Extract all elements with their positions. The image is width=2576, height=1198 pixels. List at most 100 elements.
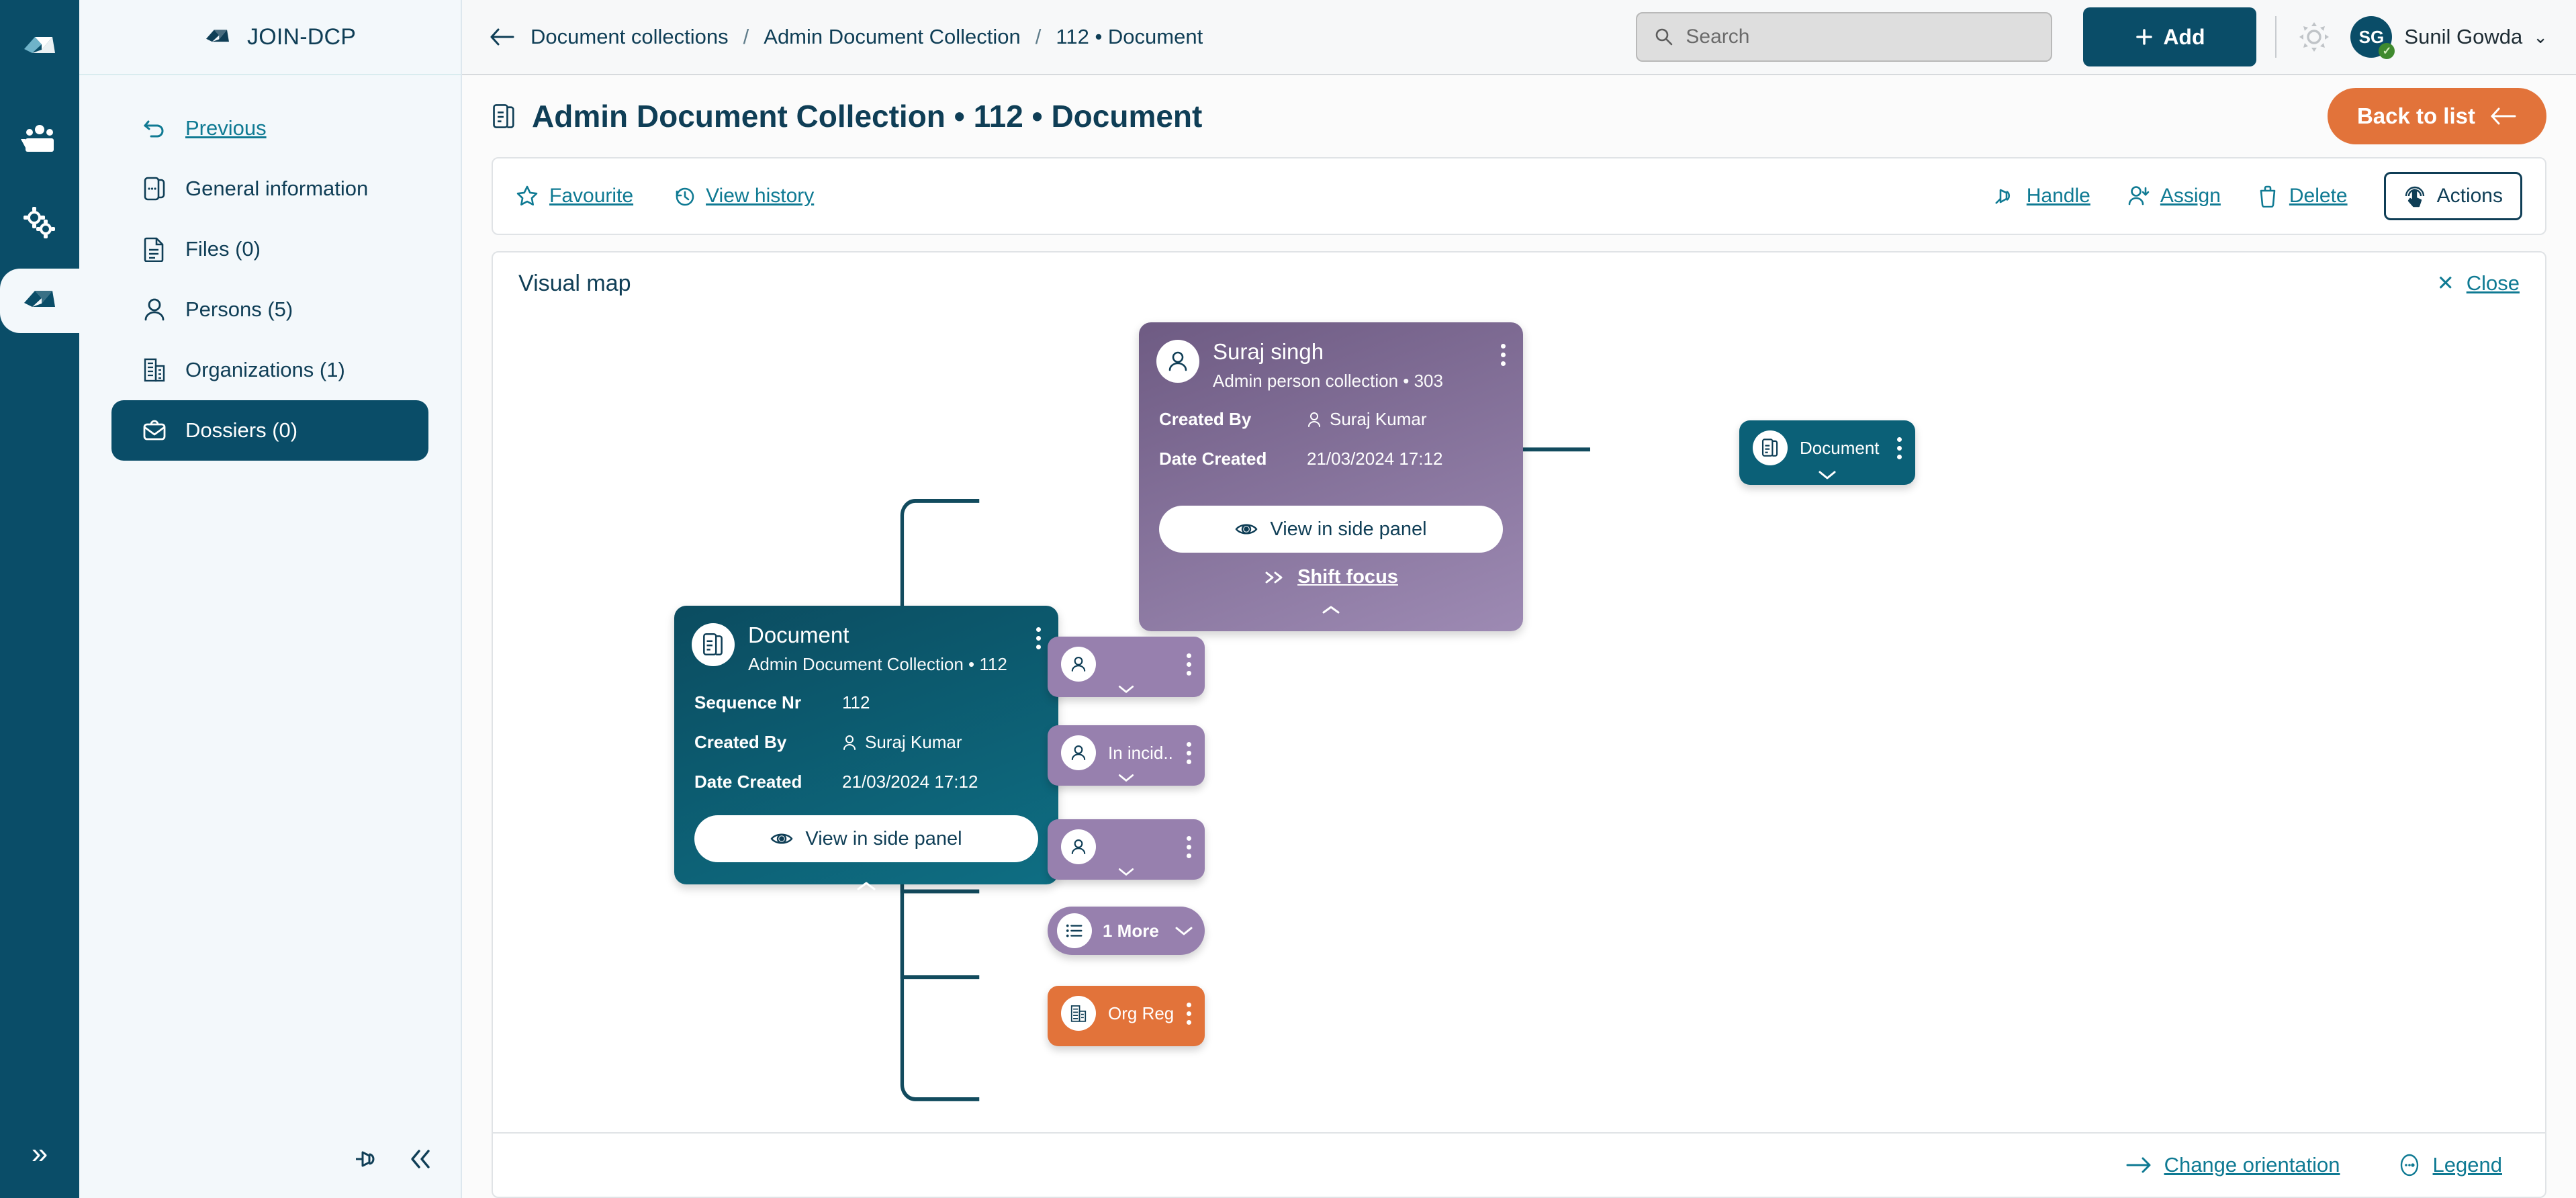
- kebab-menu-icon[interactable]: [1501, 340, 1506, 366]
- sidebar-item-general-information[interactable]: General information: [111, 158, 428, 219]
- view-in-side-panel-button[interactable]: View in side panel: [1159, 506, 1503, 553]
- document-icon: [692, 623, 735, 666]
- node-title: Suraj singh: [1213, 340, 1443, 364]
- map-node-mini-person-1[interactable]: [1048, 637, 1205, 697]
- people-folder-icon: [21, 124, 58, 156]
- field-key: Created By: [1159, 409, 1307, 430]
- rail-logo[interactable]: [0, 19, 79, 75]
- map-node-document-card[interactable]: Document Admin Document Collection • 112…: [674, 606, 1058, 884]
- chevron-down-icon[interactable]: [1739, 465, 1915, 485]
- person-icon: [1061, 647, 1096, 682]
- view-history-label: View history: [706, 185, 814, 208]
- briefcase-icon: [141, 417, 168, 444]
- history-clock-icon: [672, 185, 695, 208]
- node-field-row: Date Created 21/03/2024 17:12: [1159, 449, 1503, 469]
- kebab-menu-icon[interactable]: [1187, 653, 1191, 676]
- delete-button[interactable]: Delete: [2257, 185, 2348, 208]
- file-icon: [141, 236, 168, 263]
- chevron-up-icon[interactable]: [1139, 596, 1523, 623]
- node-title: Document: [748, 623, 1007, 647]
- shift-focus-button[interactable]: Shift focus: [1139, 566, 1523, 588]
- field-value: 21/03/2024 17:12: [842, 772, 978, 792]
- kebab-menu-icon[interactable]: [1036, 623, 1041, 649]
- view-in-side-panel-button[interactable]: View in side panel: [694, 815, 1038, 862]
- legend-label: Legend: [2433, 1153, 2502, 1177]
- change-orientation-button[interactable]: Change orientation: [2125, 1153, 2340, 1177]
- field-key: Date Created: [694, 772, 842, 792]
- add-button[interactable]: Add: [2083, 7, 2256, 66]
- sidebar-item-dossiers[interactable]: Dossiers (0): [111, 400, 428, 461]
- avatar[interactable]: SG ✓: [2350, 16, 2392, 58]
- rail-item-settings[interactable]: [0, 191, 79, 255]
- sidebar-item-label: General information: [185, 177, 368, 201]
- view-history-button[interactable]: View history: [672, 185, 814, 208]
- breadcrumb-item-1[interactable]: Admin Document Collection: [764, 25, 1021, 49]
- map-node-mini-person-2[interactable]: In incid...sapiente: [1048, 725, 1205, 786]
- add-button-label: Add: [2163, 25, 2205, 50]
- eye-icon: [1235, 520, 1258, 538]
- sidebar-item-organizations[interactable]: Organizations (1): [111, 340, 428, 400]
- topbar-back-icon[interactable]: [489, 27, 516, 47]
- kebab-menu-icon[interactable]: [1897, 437, 1902, 459]
- node-header: Document Admin Document Collection • 112: [674, 606, 1058, 675]
- node-subtitle: Admin Document Collection • 112: [748, 654, 1007, 675]
- sidebar-item-persons[interactable]: Persons (5): [111, 279, 428, 340]
- sidebar-brand[interactable]: JOIN-DCP: [79, 0, 461, 75]
- assign-button[interactable]: Assign: [2127, 185, 2221, 208]
- chevron-double-left-icon[interactable]: [407, 1148, 434, 1170]
- handle-label: Handle: [2027, 185, 2090, 208]
- rail-item-people-folder[interactable]: [0, 107, 79, 172]
- sidebar-item-label: Previous: [185, 116, 267, 140]
- settings-button[interactable]: [2295, 18, 2333, 56]
- visual-map-panel: Visual map ✕ Close: [492, 251, 2546, 1198]
- gears-icon: [21, 204, 58, 242]
- map-node-right-document[interactable]: Document: [1739, 420, 1915, 485]
- page-title: Admin Document Collection • 112 • Docume…: [492, 98, 1202, 134]
- join-logo-icon: [204, 27, 231, 48]
- favourite-button[interactable]: Favourite: [516, 185, 633, 208]
- eye-icon: [770, 830, 793, 847]
- arrow-right-icon: [2125, 1156, 2152, 1174]
- person-icon: [141, 296, 168, 323]
- join-logo-icon: [21, 287, 58, 315]
- visual-map-canvas[interactable]: Document Admin Document Collection • 112…: [493, 314, 2545, 1132]
- chevron-down-icon[interactable]: ⌄: [2533, 27, 2548, 48]
- breadcrumb[interactable]: Document collections / Admin Document Co…: [531, 25, 1203, 49]
- sidebar-brand-label: JOIN-DCP: [247, 24, 356, 50]
- back-to-list-button[interactable]: Back to list: [2328, 88, 2546, 144]
- page-title-row: Admin Document Collection • 112 • Docume…: [462, 75, 2576, 157]
- map-node-mini-person-3[interactable]: [1048, 819, 1205, 880]
- sidebar-item-label: Dossiers (0): [185, 418, 297, 443]
- legend-button[interactable]: Legend: [2398, 1152, 2502, 1178]
- map-node-organization[interactable]: Org Regi: [1048, 986, 1205, 1046]
- favourite-label: Favourite: [549, 185, 633, 208]
- chevron-down-icon[interactable]: [1048, 681, 1205, 697]
- document-icon: [492, 102, 517, 130]
- sidebar-item-files[interactable]: Files (0): [111, 219, 428, 279]
- icon-rail: »: [0, 0, 79, 1198]
- kebab-menu-icon[interactable]: [1187, 1003, 1191, 1025]
- mini-node-title: Document: [1800, 438, 1880, 459]
- main-content: Document collections / Admin Document Co…: [462, 0, 2576, 1198]
- handle-button[interactable]: Handle: [1993, 185, 2090, 208]
- kebab-menu-icon[interactable]: [1187, 742, 1191, 764]
- chevron-down-icon[interactable]: [1048, 864, 1205, 880]
- building-icon: [141, 357, 168, 383]
- breadcrumb-item-0[interactable]: Document collections: [531, 25, 729, 49]
- field-key: Sequence Nr: [694, 692, 842, 713]
- chevron-up-icon[interactable]: [674, 873, 1058, 900]
- kebab-menu-icon[interactable]: [1187, 836, 1191, 858]
- sidebar-item-previous[interactable]: Previous: [111, 98, 428, 158]
- pin-icon[interactable]: [353, 1147, 381, 1171]
- search-input[interactable]: Search: [1636, 12, 2052, 62]
- visual-map-close-button[interactable]: ✕ Close: [2437, 271, 2520, 295]
- chevron-double-right-icon: [1264, 570, 1287, 585]
- rail-expand-button[interactable]: »: [0, 1134, 79, 1174]
- map-node-person-card[interactable]: Suraj singh Admin person collection • 30…: [1139, 322, 1523, 631]
- chevron-down-icon[interactable]: [1048, 770, 1205, 786]
- rail-item-join-module[interactable]: [0, 269, 79, 333]
- person-icon: [842, 735, 857, 751]
- actions-button[interactable]: Actions: [2384, 172, 2522, 220]
- map-node-more[interactable]: 1 More: [1048, 907, 1205, 955]
- chevron-down-icon[interactable]: [1174, 925, 1194, 937]
